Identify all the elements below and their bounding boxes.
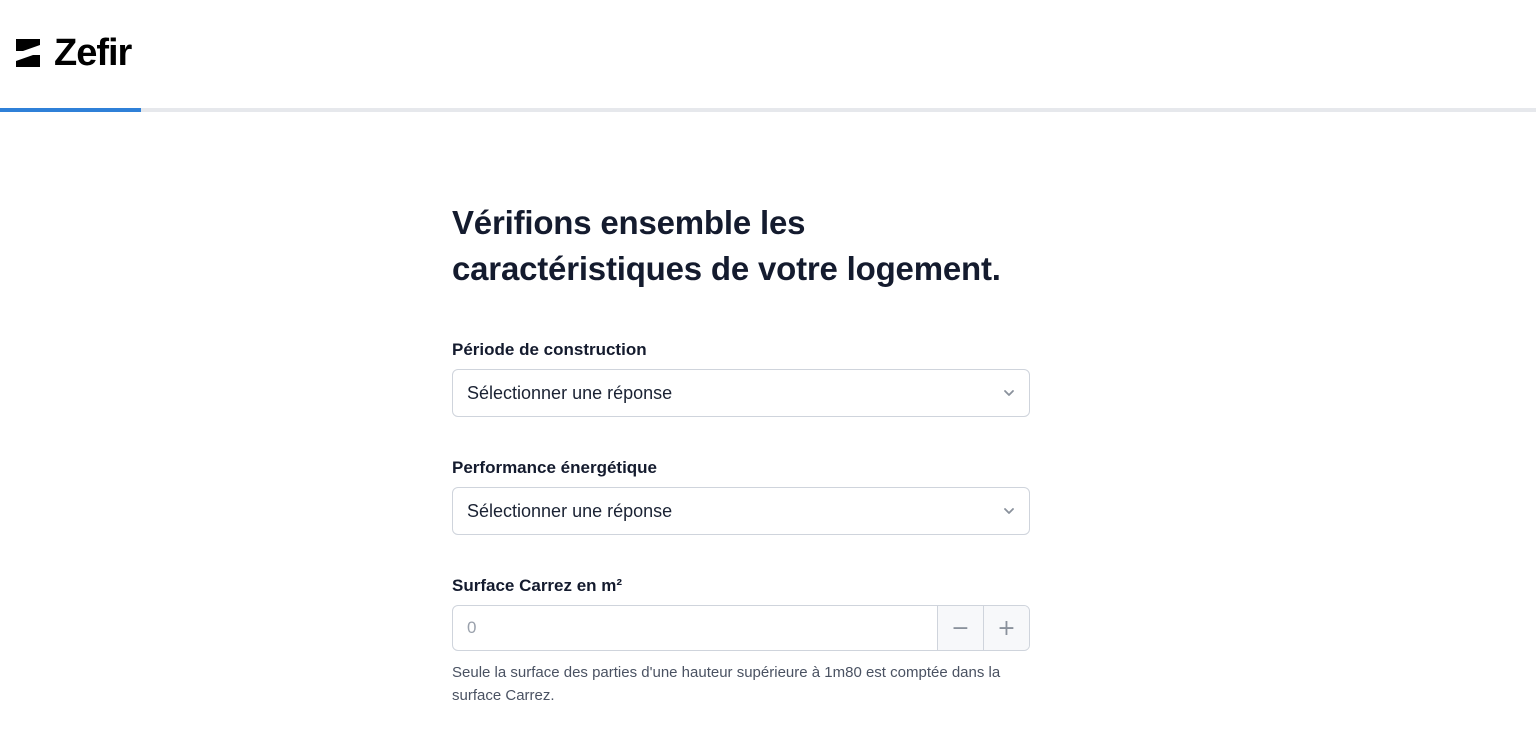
construction-period-select[interactable]: Sélectionner une réponse [452,369,1030,417]
chevron-down-icon [1004,390,1014,396]
construction-period-value: Sélectionner une réponse [467,382,673,403]
page-title-line-1: Vérifions ensemble les [452,204,806,241]
construction-period-field: Période de construction Sélectionner une… [452,339,1032,417]
energy-performance-label: Performance énergétique [452,458,658,477]
energy-performance-field: Performance énergétique Sélectionner une… [452,457,1032,535]
brand-logo[interactable]: Zefir [14,32,132,74]
brand-name: Zefir [54,32,132,74]
app-header: Zefir [0,0,1536,108]
surface-help-text: Seule la surface des parties d'une haute… [452,664,1001,704]
page-title-line-2: caractéristiques de votre logement. [452,250,1001,287]
chevron-down-icon [1004,508,1014,514]
energy-performance-select[interactable]: Sélectionner une réponse [452,487,1030,535]
energy-performance-value: Sélectionner une réponse [467,500,673,521]
decrement-button[interactable]: − [937,606,983,650]
surface-label: Surface Carrez en m² [452,576,623,595]
progress-fill [0,108,142,112]
progress-bar [0,108,1536,112]
zefir-logo-icon [16,39,40,67]
page-title: Vérifions ensemble les caractéristiques … [452,200,1052,292]
surface-input[interactable] [453,606,937,650]
form-container: Vérifions ensemble les caractéristiques … [452,200,1032,707]
increment-button[interactable]: + [983,606,1029,650]
surface-field: Surface Carrez en m² − + Seule la surfac… [452,575,1032,707]
construction-period-label: Période de construction [452,340,647,359]
surface-stepper: − + [452,605,1030,651]
